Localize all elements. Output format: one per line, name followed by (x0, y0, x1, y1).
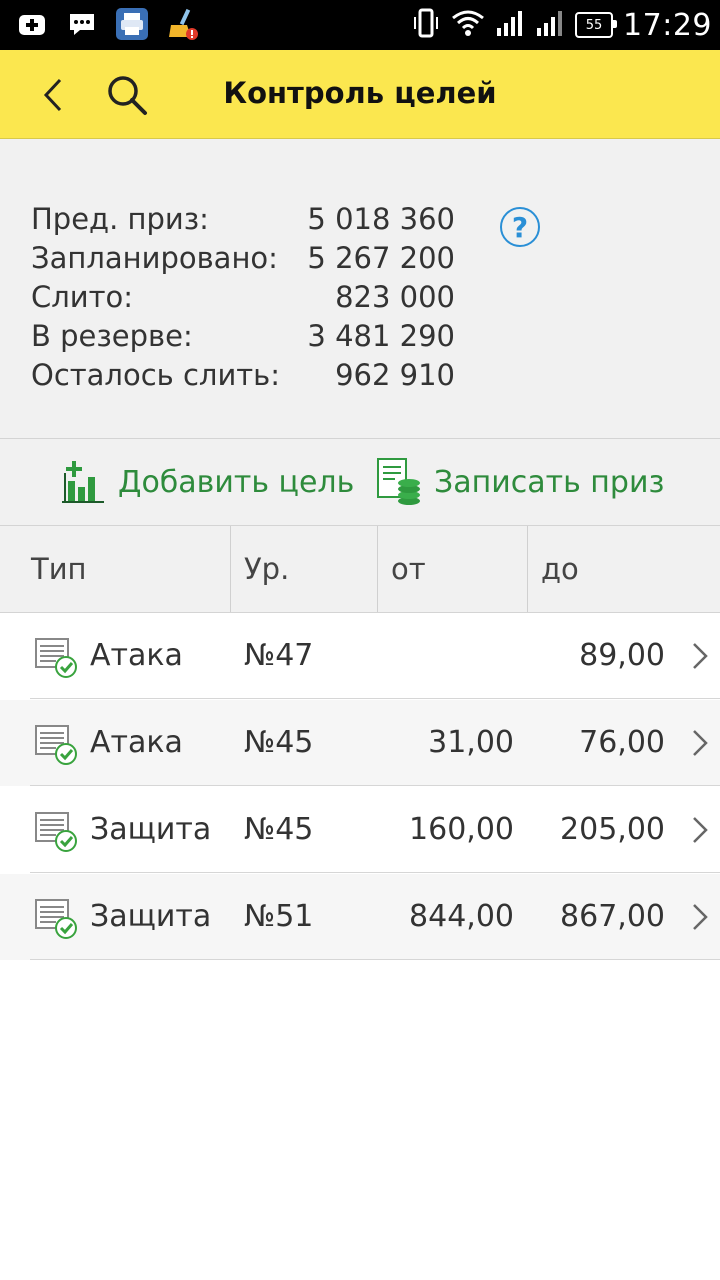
checked-document-icon (35, 638, 77, 678)
summary-value: 5 267 200 (307, 241, 455, 275)
cell-to: 867,00 (560, 899, 665, 934)
chevron-right-icon (693, 730, 708, 756)
row-divider (30, 785, 720, 786)
action-bar: Добавить цель Записать приз (0, 439, 720, 526)
summary-value: 5 018 360 (307, 202, 455, 236)
summary-label: Слито: (31, 280, 134, 314)
search-icon (108, 76, 147, 115)
column-header-to[interactable]: до (528, 526, 720, 612)
row-divider (30, 698, 720, 699)
column-header-type[interactable]: Тип (18, 526, 231, 612)
summary-value: 962 910 (335, 358, 455, 392)
summary-label: Пред. приз: (31, 202, 209, 236)
back-button[interactable] (30, 72, 76, 118)
cell-from (378, 613, 514, 699)
clock: 17:29 (623, 7, 712, 43)
record-prize-label: Записать приз (434, 464, 665, 500)
help-icon: ? (511, 210, 529, 244)
help-button[interactable]: ? (500, 207, 540, 247)
chevron-left-icon (43, 78, 62, 112)
cell-level: №45 (244, 812, 314, 847)
cleaner-icon (164, 6, 200, 42)
status-bar: 55 17:29 (0, 0, 720, 50)
cell-type: Атака (90, 638, 183, 673)
table-row[interactable]: Защита №45 160,00 205,00 (0, 787, 720, 873)
system-icons: 55 17:29 (411, 0, 712, 50)
cell-type: Защита (90, 899, 212, 934)
page-title: Контроль целей (223, 76, 497, 110)
cell-level: №51 (244, 899, 314, 934)
record-prize-button[interactable]: Записать приз (376, 455, 664, 509)
column-header-from[interactable]: от (378, 526, 528, 612)
add-chart-icon (62, 461, 104, 503)
cell-to: 76,00 (579, 725, 665, 760)
summary-label: Запланировано: (31, 241, 278, 275)
app-bar: Контроль целей (0, 50, 720, 139)
summary-value: 3 481 290 (307, 319, 455, 353)
cell-level: №45 (244, 725, 314, 760)
chevron-right-icon (693, 643, 708, 669)
add-icon (14, 6, 50, 42)
table-row[interactable]: Защита №51 844,00 867,00 (0, 874, 720, 960)
table-header: Тип Ур. от до (0, 526, 720, 613)
cell-from: 160,00 (409, 812, 514, 847)
chevron-right-icon (693, 817, 708, 843)
summary-row: Запланировано: 5 267 200 (31, 241, 461, 280)
cell-to: 205,00 (560, 812, 665, 847)
summary-panel: Пред. приз: 5 018 360 Запланировано: 5 2… (0, 139, 720, 439)
notification-icons (14, 6, 200, 42)
cell-type: Защита (90, 812, 212, 847)
summary-value: 823 000 (335, 280, 455, 314)
checked-document-icon (35, 899, 77, 939)
cell-from: 844,00 (409, 899, 514, 934)
summary-label: Осталось слить: (31, 358, 281, 392)
cell-to: 89,00 (579, 638, 665, 673)
chevron-right-icon (693, 904, 708, 930)
summary-label: В резерве: (31, 319, 193, 353)
add-goal-button[interactable]: Добавить цель (60, 455, 354, 509)
summary-row: Осталось слить: 962 910 (31, 358, 461, 397)
row-divider (30, 872, 720, 873)
cell-from: 31,00 (428, 725, 514, 760)
battery-indicator: 55 (575, 12, 618, 38)
summary-row: В резерве: 3 481 290 (31, 319, 461, 358)
checked-document-icon (35, 812, 77, 852)
checked-document-icon (35, 725, 77, 765)
table-row[interactable]: Атака №47 89,00 (0, 613, 720, 699)
record-coins-icon (377, 458, 420, 505)
wifi-icon (451, 8, 485, 42)
summary-row: Слито: 823 000 (31, 280, 461, 319)
cell-type: Атака (90, 725, 183, 760)
summary-row: Пред. приз: 5 018 360 (31, 202, 461, 241)
table-row[interactable]: Атака №45 31,00 76,00 (0, 700, 720, 786)
signal-icon-2 (535, 8, 565, 42)
signal-icon (495, 8, 525, 42)
cell-level: №47 (244, 638, 314, 673)
search-button[interactable] (102, 70, 152, 120)
add-goal-label: Добавить цель (118, 464, 355, 500)
battery-level: 55 (585, 17, 603, 33)
row-divider (30, 959, 720, 960)
vibrate-icon (411, 7, 441, 43)
printer-icon (114, 6, 150, 42)
column-header-level[interactable]: Ур. (231, 526, 378, 612)
message-icon (64, 6, 100, 42)
